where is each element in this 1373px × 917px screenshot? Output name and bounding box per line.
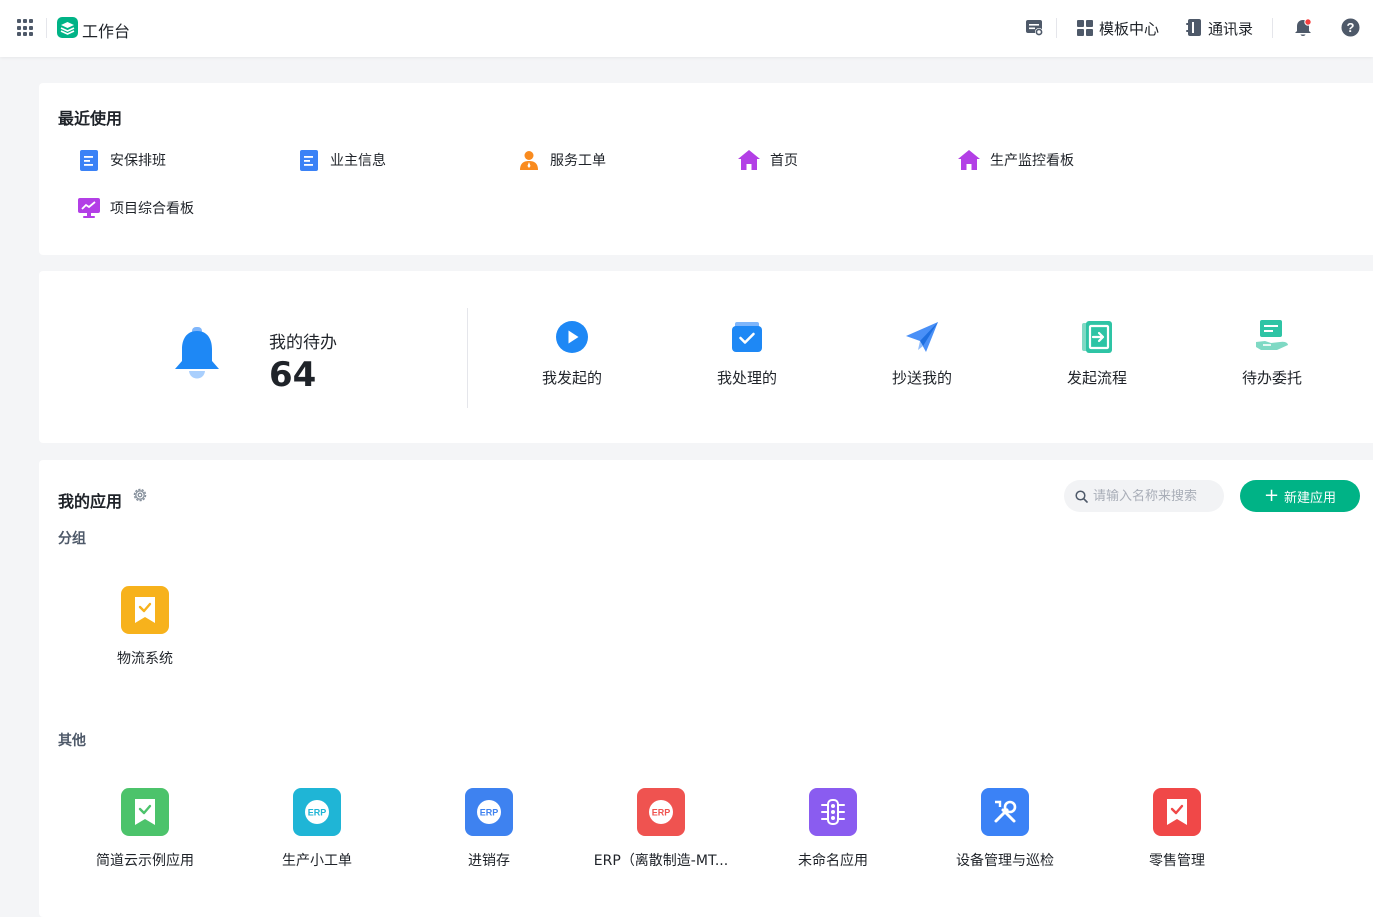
- document-icon: [78, 149, 100, 171]
- app-label: 进销存: [468, 853, 510, 869]
- recent-item-label: 首页: [770, 153, 798, 169]
- erp-icon: ERP: [465, 788, 513, 836]
- app-grid-icon[interactable]: [17, 19, 35, 37]
- traffic-light-icon: [809, 788, 857, 836]
- person-icon: [518, 149, 540, 171]
- recent-title: 最近使用: [58, 109, 123, 128]
- divider: [1056, 18, 1057, 38]
- help-icon[interactable]: ?: [1341, 18, 1360, 37]
- app-retail[interactable]: 零售管理: [1107, 788, 1247, 870]
- document-icon: [298, 149, 320, 171]
- group-label: 分组: [58, 531, 86, 547]
- todo-label[interactable]: 我的待办: [269, 328, 337, 353]
- quick-cc-to-me[interactable]: 抄送我的: [862, 319, 982, 388]
- monitor-icon: [78, 197, 100, 219]
- app-label: 零售管理: [1149, 853, 1205, 869]
- template-grid-icon[interactable]: [1077, 20, 1093, 36]
- top-bar: 工作台 模板中心 通讯录 ?: [0, 0, 1373, 57]
- recent-item-label: 安保排班: [110, 153, 166, 169]
- bookmark-check-icon: [121, 586, 169, 634]
- recent-card: 最近使用 安保排班 业主信息 服务工单 首页 生产监控看板 项目综合看板: [39, 83, 1373, 255]
- recent-item-label: 项目综合看板: [110, 201, 194, 217]
- quick-delegate-todo[interactable]: 待办委托: [1212, 319, 1332, 388]
- tools-icon: [981, 788, 1029, 836]
- divider: [46, 18, 47, 38]
- svg-text:ERP: ERP: [480, 808, 499, 818]
- form-settings-icon[interactable]: [1025, 18, 1044, 37]
- svg-text:ERP: ERP: [308, 808, 327, 818]
- app-inventory[interactable]: ERP 进销存: [419, 788, 559, 870]
- quick-my-initiated[interactable]: 我发起的: [512, 319, 632, 388]
- contacts-link[interactable]: 通讯录: [1208, 18, 1253, 39]
- erp-icon: ERP: [293, 788, 341, 836]
- svg-text:ERP: ERP: [652, 808, 671, 818]
- quick-label: 待办委托: [1241, 369, 1302, 387]
- new-app-label: 新建应用: [1284, 490, 1337, 506]
- gear-icon[interactable]: [132, 487, 148, 503]
- app-label: 生产小工单: [282, 853, 352, 869]
- app-production-order[interactable]: ERP 生产小工单: [247, 788, 387, 870]
- paper-plane-icon: [904, 319, 940, 355]
- app-label: 简道云示例应用: [96, 853, 194, 869]
- my-apps-title: 我的应用: [58, 492, 123, 511]
- new-app-button[interactable]: + 新建应用: [1240, 480, 1360, 512]
- check-box-icon: [729, 319, 765, 355]
- play-icon: [554, 319, 590, 355]
- enter-icon: [1079, 319, 1115, 355]
- bookmark-check-icon: [121, 788, 169, 836]
- app-label: 物流系统: [117, 651, 173, 667]
- recent-item-owner-info[interactable]: 业主信息: [298, 148, 386, 172]
- recent-item-service-order[interactable]: 服务工单: [518, 148, 606, 172]
- app-erp-discrete[interactable]: ERP ERP（离散制造-MT...: [591, 788, 731, 870]
- plus-icon: +: [1263, 485, 1280, 506]
- recent-item-label: 业主信息: [330, 153, 386, 169]
- my-apps-card: 我的应用 +新建应用 分组 物流系统 其他 简道云示例应用 ERP 生产小工单 …: [39, 460, 1373, 917]
- app-label: 设备管理与巡检: [956, 853, 1054, 869]
- todo-bell-icon: [175, 327, 219, 379]
- app-equipment[interactable]: 设备管理与巡检: [935, 788, 1075, 870]
- handover-icon: [1254, 319, 1290, 355]
- erp-icon: ERP: [637, 788, 685, 836]
- group-label: 其他: [58, 733, 86, 749]
- recent-item-security-shift[interactable]: 安保排班: [78, 148, 166, 172]
- divider: [1272, 18, 1273, 38]
- recent-item-label: 生产监控看板: [990, 153, 1074, 169]
- recent-item-label: 服务工单: [550, 153, 606, 169]
- page-title: 工作台: [82, 22, 131, 41]
- svg-text:?: ?: [1347, 20, 1355, 35]
- home-icon: [958, 149, 980, 171]
- contacts-book-icon[interactable]: [1186, 19, 1202, 37]
- quick-label: 我发起的: [541, 369, 602, 387]
- recent-item-project-board[interactable]: 项目综合看板: [78, 196, 194, 220]
- search-icon: [1075, 489, 1088, 503]
- quick-label: 抄送我的: [891, 369, 952, 387]
- bookmark-check-icon: [1153, 788, 1201, 836]
- divider: [467, 308, 468, 408]
- app-label: ERP（离散制造-MT...: [593, 853, 729, 869]
- app-sample[interactable]: 简道云示例应用: [75, 788, 215, 870]
- quick-label: 发起流程: [1066, 369, 1127, 387]
- quick-start-process[interactable]: 发起流程: [1037, 319, 1157, 388]
- quick-my-processed[interactable]: 我处理的: [687, 319, 807, 388]
- app-logistics[interactable]: 物流系统: [75, 586, 215, 668]
- app-unnamed[interactable]: 未命名应用: [763, 788, 903, 870]
- todo-count[interactable]: 64: [269, 355, 316, 395]
- search-input[interactable]: [1093, 488, 1213, 504]
- recent-item-home[interactable]: 首页: [738, 148, 798, 172]
- app-label: 未命名应用: [798, 853, 868, 869]
- todo-card: 我的待办 64 我发起的 我处理的 抄送我的 发起流程 待办委托: [39, 271, 1373, 443]
- notification-bell-icon[interactable]: [1294, 18, 1312, 38]
- recent-item-production-board[interactable]: 生产监控看板: [958, 148, 1074, 172]
- quick-label: 我处理的: [716, 369, 777, 387]
- app-search-box[interactable]: [1064, 480, 1224, 512]
- home-icon: [738, 149, 760, 171]
- template-center-link[interactable]: 模板中心: [1099, 18, 1159, 39]
- workbench-logo-icon: [57, 17, 78, 38]
